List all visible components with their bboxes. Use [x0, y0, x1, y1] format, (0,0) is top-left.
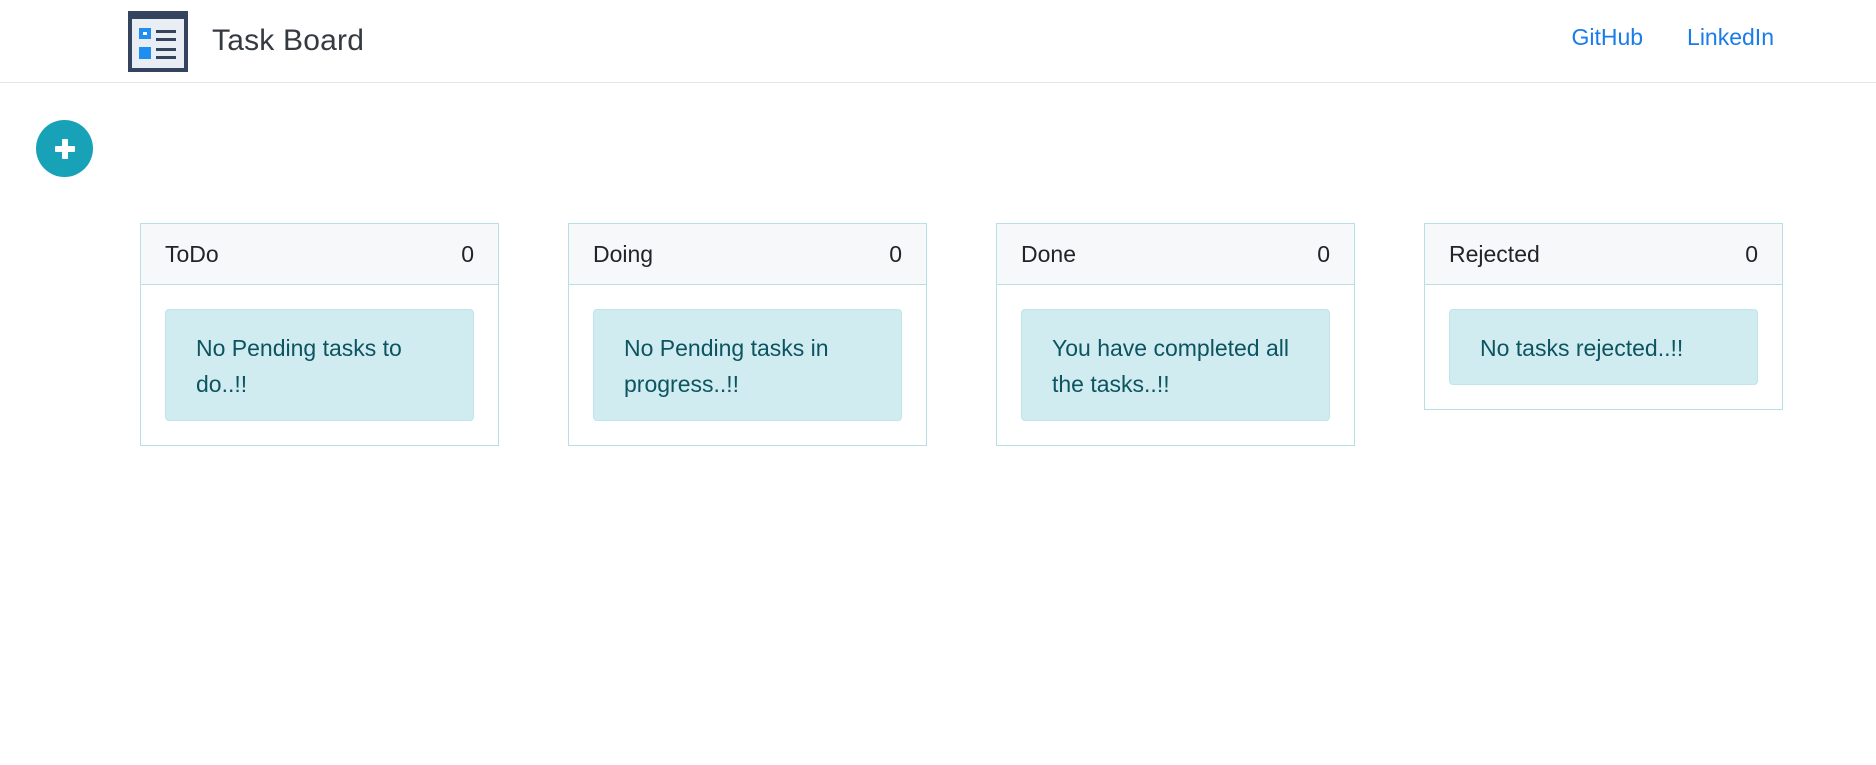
empty-state-message: No Pending tasks in progress..!!: [593, 309, 902, 421]
navbar: Task Board GitHub LinkedIn: [0, 0, 1876, 83]
column-header: Doing 0: [569, 224, 926, 285]
column-title: Done: [1021, 240, 1076, 267]
column-body: You have completed all the tasks..!!: [997, 285, 1354, 445]
column-body: No Pending tasks to do..!!: [141, 285, 498, 445]
nav-links: GitHub LinkedIn: [1571, 24, 1774, 51]
github-link[interactable]: GitHub: [1571, 24, 1643, 51]
task-board-logo-icon: [128, 11, 188, 72]
plus-icon: [54, 138, 75, 159]
column-rejected: Rejected 0 No tasks rejected..!!: [1424, 223, 1783, 410]
column-header: Done 0: [997, 224, 1354, 285]
empty-state-message: No tasks rejected..!!: [1449, 309, 1758, 385]
task-count: 0: [461, 240, 474, 267]
task-board: ToDo 0 No Pending tasks to do..!! Doing …: [140, 223, 1783, 446]
column-done: Done 0 You have completed all the tasks.…: [996, 223, 1355, 446]
column-todo: ToDo 0 No Pending tasks to do..!!: [140, 223, 499, 446]
linkedin-link[interactable]: LinkedIn: [1687, 24, 1774, 51]
column-header: ToDo 0: [141, 224, 498, 285]
empty-state-message: No Pending tasks to do..!!: [165, 309, 474, 421]
task-count: 0: [1745, 240, 1758, 267]
column-header: Rejected 0: [1425, 224, 1782, 285]
column-body: No Pending tasks in progress..!!: [569, 285, 926, 445]
task-count: 0: [1317, 240, 1330, 267]
column-title: ToDo: [165, 240, 219, 267]
column-doing: Doing 0 No Pending tasks in progress..!!: [568, 223, 927, 446]
column-body: No tasks rejected..!!: [1425, 285, 1782, 409]
add-task-button[interactable]: [36, 120, 93, 177]
column-title: Rejected: [1449, 240, 1540, 267]
app-title: Task Board: [212, 24, 365, 57]
brand[interactable]: Task Board: [128, 9, 364, 73]
task-count: 0: [889, 240, 902, 267]
empty-state-message: You have completed all the tasks..!!: [1021, 309, 1330, 421]
column-title: Doing: [593, 240, 654, 267]
